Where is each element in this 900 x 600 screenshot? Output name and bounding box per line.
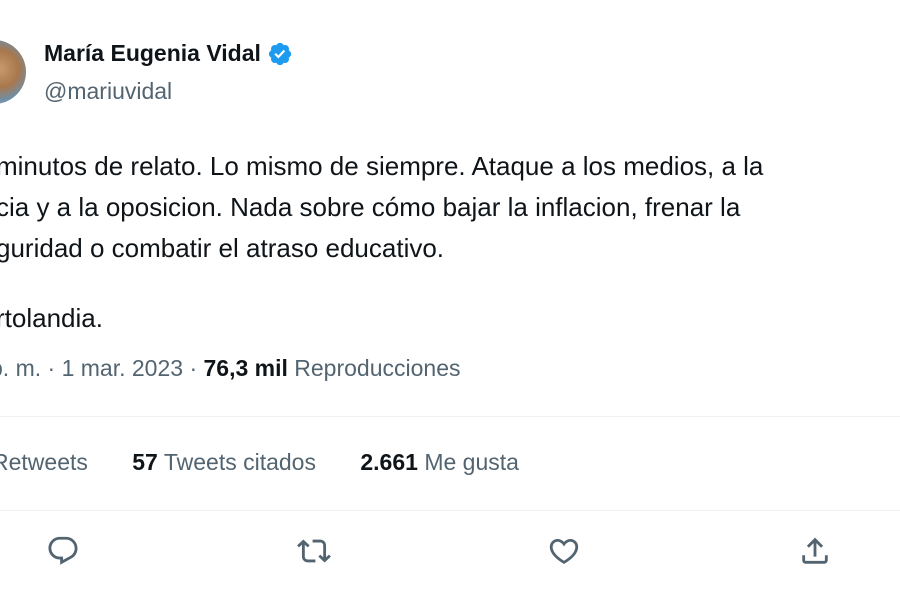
tweet-detail: María Eugenia Vidal @mariuvidal minutos … — [0, 0, 900, 600]
like-button[interactable] — [545, 532, 583, 570]
reply-button[interactable] — [44, 532, 82, 570]
divider — [0, 510, 900, 511]
reply-icon — [48, 536, 78, 565]
retweets-stat[interactable]: Retweets — [0, 449, 88, 476]
quote-tweets-count: 57 — [132, 449, 158, 475]
tweet-text-line: rtolandia. — [0, 303, 103, 333]
likes-stat[interactable]: 2.661 Me gusta — [360, 449, 519, 476]
retweets-label: Retweets — [0, 449, 88, 475]
tweet-actions — [0, 532, 900, 572]
meta-separator: · — [47, 355, 56, 381]
author-handle[interactable]: @mariuvidal — [44, 78, 172, 105]
quote-tweets-label: Tweets citados — [163, 449, 316, 475]
like-icon — [549, 538, 579, 564]
tweet-text-line: cia y a la oposicion. Nada sobre cómo ba… — [0, 192, 741, 222]
avatar[interactable] — [0, 40, 26, 104]
likes-label: Me gusta — [424, 449, 519, 475]
author-name-row: María Eugenia Vidal — [44, 40, 293, 67]
retweet-button[interactable] — [295, 532, 333, 570]
tweet-stats: Retweets 57 Tweets citados 2.661 Me gust… — [0, 449, 557, 476]
tweet-text: minutos de relato. Lo mismo de siempre. … — [0, 146, 763, 339]
tweet-time[interactable]: p. m. — [0, 355, 41, 381]
share-icon — [802, 537, 828, 564]
share-button[interactable] — [796, 532, 834, 570]
meta-separator: · — [189, 355, 198, 381]
tweet-text-line: minutos de relato. Lo mismo de siempre. … — [0, 151, 764, 181]
divider — [0, 416, 900, 417]
tweet-meta: p. m. · 1 mar. 2023 · 76,3 mil Reproducc… — [0, 355, 461, 382]
quote-tweets-stat[interactable]: 57 Tweets citados — [132, 449, 316, 476]
verified-badge-icon — [267, 41, 293, 67]
tweet-text-line: guridad o combatir el atraso educativo. — [0, 233, 445, 263]
views-label: Reproducciones — [294, 355, 461, 381]
author-display-name[interactable]: María Eugenia Vidal — [44, 40, 261, 67]
tweet-date[interactable]: 1 mar. 2023 — [62, 355, 183, 381]
views-count: 76,3 mil — [203, 355, 288, 381]
retweet-icon — [297, 539, 331, 563]
likes-count: 2.661 — [360, 449, 418, 475]
